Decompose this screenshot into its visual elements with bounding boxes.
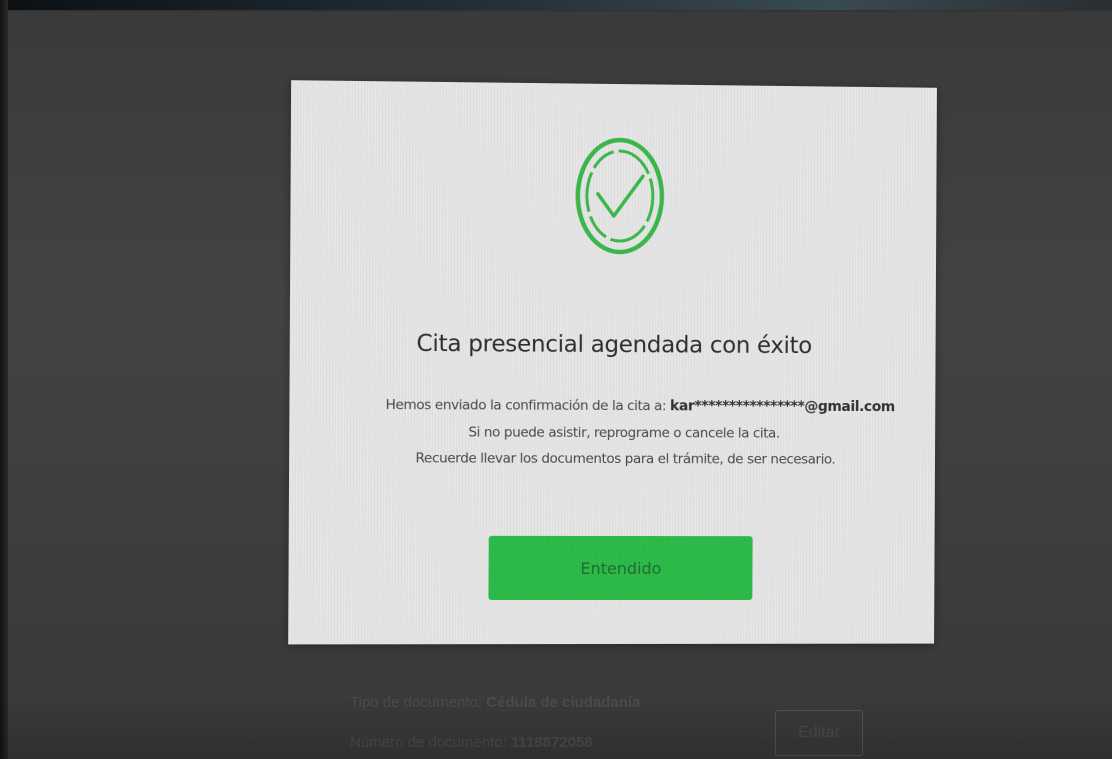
background-doc-number: Número de documento: 1118872058 bbox=[350, 734, 593, 751]
background-page: Datos personales Tipo de documento: Cédu… bbox=[330, 630, 1030, 759]
monitor-top-edge bbox=[0, 0, 1112, 10]
screen: Datos personales Tipo de documento: Cédu… bbox=[0, 0, 1112, 759]
doc-type-label: Tipo de documento: bbox=[350, 694, 487, 711]
documents-reminder: Recuerde llevar los documentos para el t… bbox=[415, 450, 836, 468]
doc-type-value: Cédula de ciudadanía bbox=[486, 694, 641, 711]
check-circle-icon bbox=[573, 136, 668, 257]
background-doc-type: Tipo de documento: Cédula de ciudadanía bbox=[350, 694, 640, 711]
reschedule-message: Si no puede asistir, reprograme o cancel… bbox=[468, 424, 780, 442]
edit-button[interactable]: Editar bbox=[775, 710, 863, 756]
monitor-left-edge bbox=[0, 0, 8, 759]
success-modal: Cita presencial agendada con éxito Hemos… bbox=[288, 80, 937, 645]
doc-number-label: Número de documento: bbox=[350, 734, 511, 751]
confirmation-message: Hemos enviado la confirmación de la cita… bbox=[330, 397, 949, 416]
understood-button[interactable]: Entendido bbox=[488, 535, 753, 601]
confirmation-prefix: Hemos enviado la confirmación de la cita… bbox=[385, 396, 671, 415]
doc-number-value: 1118872058 bbox=[510, 734, 593, 751]
modal-title: Cita presencial agendada con éxito bbox=[416, 330, 812, 360]
masked-email: kar****************@gmail.com bbox=[669, 398, 895, 416]
